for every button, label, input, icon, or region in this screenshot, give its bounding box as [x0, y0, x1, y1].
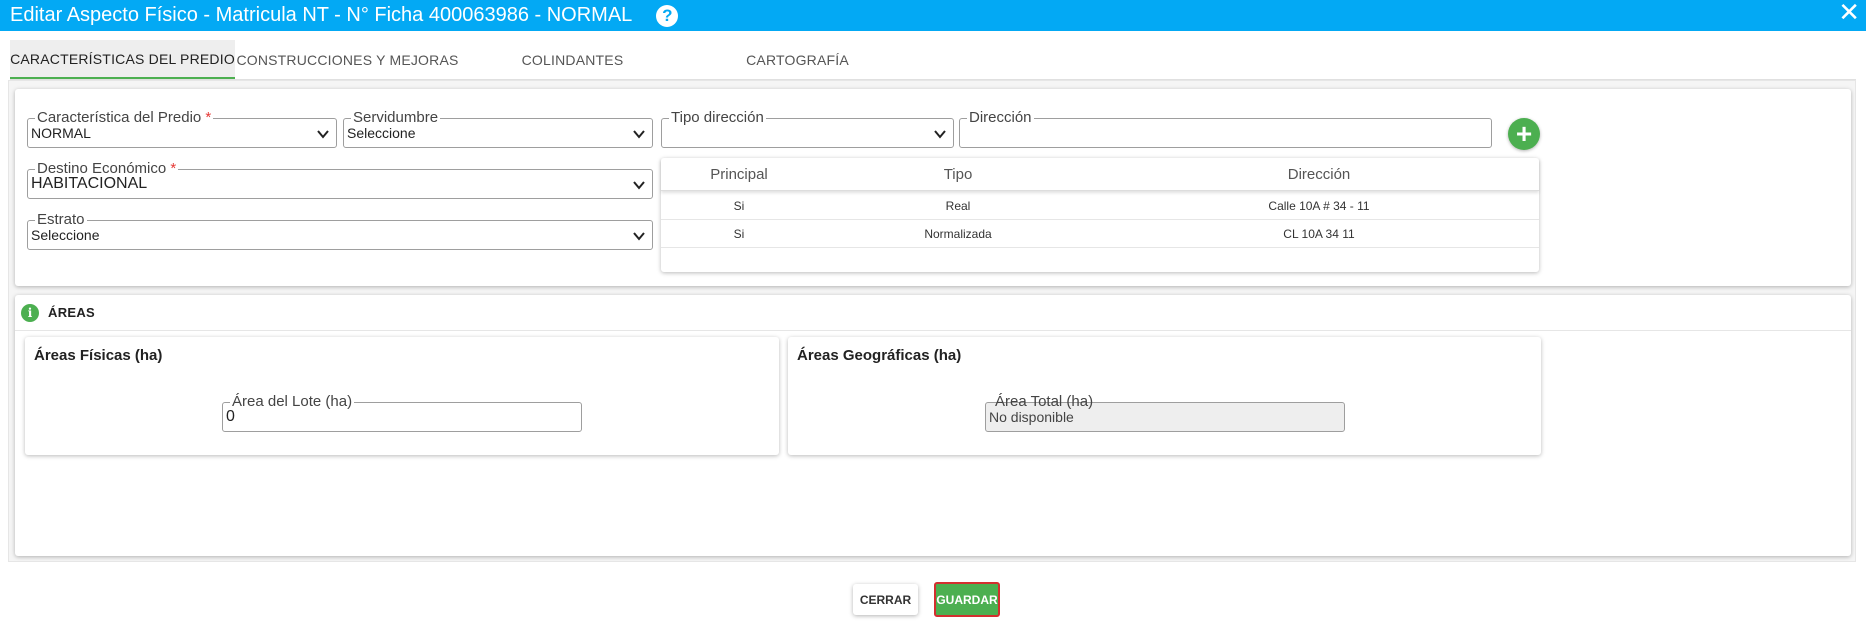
- address-table: Principal Tipo Dirección Si Real Calle 1…: [661, 158, 1539, 272]
- column-header-tipo[interactable]: Tipo: [817, 158, 1099, 190]
- estrato-label: Estrato: [35, 211, 87, 228]
- area-total-value: No disponible: [989, 409, 1074, 425]
- caracteristica-predio-select[interactable]: Característica del Predio * NORMAL: [27, 109, 337, 148]
- chevron-down-icon: [633, 130, 645, 139]
- area-total-input: Área Total (ha) No disponible: [985, 393, 1345, 432]
- cerrar-button[interactable]: CERRAR: [853, 584, 918, 615]
- area-lote-value: 0: [226, 408, 235, 425]
- areas-geograficas-title: Áreas Geográficas (ha): [797, 347, 962, 364]
- chevron-down-icon: [317, 130, 329, 139]
- cell-direccion: Calle 10A # 34 - 11: [1268, 198, 1370, 213]
- table-row[interactable]: Si Normalizada CL 10A 34 11: [661, 220, 1539, 248]
- caracteristica-predio-value: NORMAL: [31, 125, 91, 141]
- tab-construcciones-mejoras[interactable]: CONSTRUCCIONES Y MEJORAS: [235, 40, 460, 80]
- cell-tipo: Real: [945, 198, 971, 213]
- tab-content-panel: Característica del Predio * NORMAL Servi…: [8, 80, 1856, 562]
- area-lote-label: Área del Lote (ha): [230, 393, 355, 410]
- cell-principal: Si: [733, 226, 745, 241]
- dialog-title-bar: Editar Aspecto Físico - Matricula NT - N…: [0, 0, 1866, 31]
- tab-cartografia[interactable]: CARTOGRAFÍA: [685, 40, 910, 80]
- plus-icon: +: [1515, 118, 1533, 149]
- tipo-direccion-label: Tipo dirección: [669, 109, 766, 126]
- cell-tipo: Normalizada: [924, 226, 992, 241]
- area-lote-input[interactable]: Área del Lote (ha) 0: [222, 393, 582, 432]
- areas-title: ÁREAS: [48, 305, 96, 320]
- column-header-direccion[interactable]: Dirección: [1099, 158, 1539, 190]
- help-icon[interactable]: ?: [656, 4, 679, 27]
- tipo-direccion-select[interactable]: Tipo dirección: [661, 109, 954, 148]
- estrato-select[interactable]: Estrato Seleccione: [27, 211, 653, 250]
- dialog-title: Editar Aspecto Físico - Matricula NT - N…: [10, 4, 633, 26]
- table-header: Principal Tipo Dirección: [661, 158, 1539, 191]
- destino-economico-select[interactable]: Destino Económico * HABITACIONAL: [27, 160, 653, 199]
- direccion-input[interactable]: Dirección: [959, 109, 1492, 148]
- areas-header: i ÁREAS: [15, 295, 1851, 331]
- cell-direccion: CL 10A 34 11: [1283, 226, 1355, 241]
- tab-caracteristicas-predio[interactable]: CARACTERÍSTICAS DEL PREDIO: [10, 40, 235, 80]
- servidumbre-value: Seleccione: [347, 125, 416, 141]
- required-asterisk: *: [205, 109, 212, 126]
- estrato-value: Seleccione: [31, 227, 100, 243]
- areas-fisicas-card: Áreas Físicas (ha) Área del Lote (ha) 0: [25, 337, 779, 455]
- areas-card: i ÁREAS Áreas Físicas (ha) Área del Lote…: [15, 295, 1851, 556]
- predio-characteristics-card: Característica del Predio * NORMAL Servi…: [15, 89, 1851, 286]
- close-icon[interactable]: ✕: [1838, 0, 1860, 28]
- direccion-label: Dirección: [967, 109, 1034, 126]
- destino-economico-value: HABITACIONAL: [31, 175, 148, 192]
- info-icon: i: [21, 303, 39, 322]
- servidumbre-select[interactable]: Servidumbre Seleccione: [343, 109, 653, 148]
- cell-principal: Si: [733, 198, 745, 213]
- areas-geograficas-card: Áreas Geográficas (ha) Área Total (ha) N…: [788, 337, 1541, 455]
- chevron-down-icon: [934, 130, 946, 139]
- add-address-button[interactable]: +: [1508, 118, 1540, 150]
- tab-colindantes[interactable]: COLINDANTES: [460, 40, 685, 80]
- column-header-principal[interactable]: Principal: [661, 158, 817, 190]
- chevron-down-icon: [633, 232, 645, 241]
- chevron-down-icon: [633, 181, 645, 190]
- table-row[interactable]: Si Real Calle 10A # 34 - 11: [661, 192, 1539, 220]
- caracteristica-predio-label: Característica del Predio: [37, 109, 202, 126]
- required-asterisk: *: [170, 160, 177, 177]
- guardar-button[interactable]: GUARDAR: [934, 582, 1000, 617]
- area-total-label: Área Total (ha): [995, 393, 1094, 410]
- servidumbre-label: Servidumbre: [351, 109, 441, 126]
- areas-fisicas-title: Áreas Físicas (ha): [34, 347, 163, 364]
- tab-bar: CARACTERÍSTICAS DEL PREDIO CONSTRUCCIONE…: [10, 40, 1856, 80]
